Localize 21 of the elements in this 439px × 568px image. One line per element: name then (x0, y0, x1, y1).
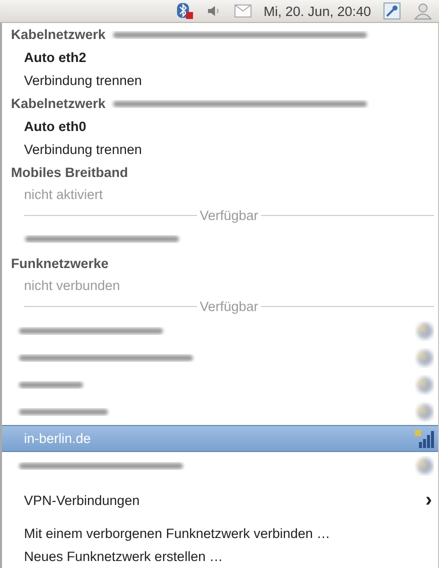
submenu-item[interactable]: VPN-Verbindungen › (2, 487, 438, 514)
network-icon[interactable] (383, 2, 401, 20)
menu-item[interactable]: Mit einem verborgenen Funknetzwerk verbinden … (24, 526, 330, 541)
section-header: Funknetzwerke (11, 256, 109, 271)
section-header: Kabelnetzwerk (11, 96, 106, 111)
clock[interactable]: Mi, 20. Jun, 20:40 (264, 4, 371, 18)
wifi-signal-lock-icon (414, 428, 434, 448)
status-text: nicht aktiviert (24, 186, 103, 202)
section-header: Mobiles Breitband (11, 165, 128, 180)
menu-item[interactable]: Neues Funknetzwerk erstellen … (24, 549, 223, 564)
connection-item[interactable]: Auto eth0 (24, 119, 86, 134)
section-label: Verfügbar (198, 298, 260, 314)
menu-item[interactable]: Verbindung trennen (24, 142, 142, 157)
menu-item[interactable]: Verbindung trennen (24, 73, 142, 88)
connection-item[interactable]: Auto eth2 (24, 50, 86, 65)
envelope-icon[interactable] (234, 4, 252, 18)
user-icon[interactable] (413, 2, 433, 20)
section-header: Kabelnetzwerk (11, 27, 106, 42)
section-label: Verfügbar (198, 208, 260, 222)
bluetooth-icon[interactable] (176, 2, 194, 20)
status-text: nicht verbunden (24, 278, 120, 292)
